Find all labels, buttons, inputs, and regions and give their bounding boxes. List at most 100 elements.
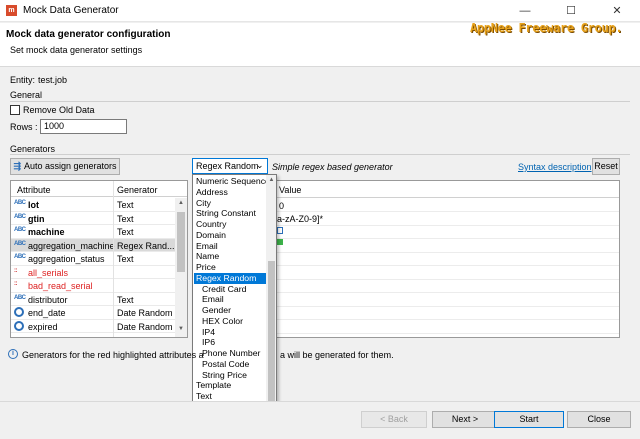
attribute-generator: Text xyxy=(117,254,134,264)
rows-label: Rows : xyxy=(10,122,38,132)
attribute-generator: Text xyxy=(117,213,134,224)
dropdown-option[interactable]: String Price xyxy=(194,370,266,381)
close-window-button[interactable]: ✕ xyxy=(594,0,640,22)
dropdown-option[interactable]: IP6 xyxy=(194,337,266,348)
text-type-icon: ABC xyxy=(14,254,26,260)
info-text-right: a will be generated for them. xyxy=(280,350,394,360)
page-title: Mock data generator configuration xyxy=(6,29,171,40)
table-row[interactable]: :: bad_read_serial xyxy=(11,279,175,293)
property-row-divider xyxy=(271,224,619,226)
generator-select[interactable]: Regex Random ⌄ xyxy=(192,158,268,174)
window-title: Mock Data Generator xyxy=(23,5,119,16)
general-section-label: General xyxy=(10,90,43,100)
start-button[interactable]: Start xyxy=(494,411,564,428)
dropdown-option[interactable]: Domain xyxy=(194,230,266,241)
generator-description: Simple regex based generator xyxy=(272,162,393,172)
table-row[interactable]: ABC lot Text xyxy=(11,198,175,212)
text-type-icon: ABC xyxy=(14,240,26,247)
property-row-divider xyxy=(271,332,619,334)
table-row[interactable]: ABC aggregation_status Text xyxy=(11,252,175,266)
next-button[interactable]: Next > xyxy=(432,411,498,428)
table-row[interactable]: end_date Date Random xyxy=(11,306,175,320)
attribute-column-header: Attribute xyxy=(17,185,51,195)
attributes-table: Attribute Generator ABC lot Text ABC gtin Tex… xyxy=(10,180,188,338)
minimize-button[interactable]: — xyxy=(502,0,548,22)
reset-button[interactable]: Reset xyxy=(592,158,620,175)
dropdown-option[interactable]: Address xyxy=(194,187,266,198)
property-row-divider xyxy=(271,278,619,280)
dropdown-scrollbar-thumb[interactable] xyxy=(268,261,275,409)
dropdown-option[interactable]: Email xyxy=(194,241,266,252)
property-row-divider xyxy=(271,238,619,239)
watermark-logo: AppNee Freeware Group. xyxy=(470,21,623,35)
dropdown-option[interactable]: IP4 xyxy=(194,327,266,338)
dropdown-option[interactable]: String Constant xyxy=(194,208,266,219)
attribute-name: all_serials xyxy=(28,267,69,278)
dropdown-option[interactable]: Price xyxy=(194,262,266,273)
table-row[interactable]: ABC aggregation_machine Regex Rand... xyxy=(11,238,175,252)
attribute-name: distributor xyxy=(28,294,68,305)
property-row-divider xyxy=(271,265,619,266)
generators-section-label: Generators xyxy=(10,144,56,154)
entity-label: Entity: xyxy=(10,75,36,85)
value-column-header: Value xyxy=(279,185,302,195)
scroll-up-icon[interactable]: ▲ xyxy=(178,200,184,206)
entity-value: test.job xyxy=(38,75,68,85)
attribute-generator: Regex Rand... xyxy=(117,240,175,251)
attribute-name: bad_read_serial xyxy=(28,281,93,291)
scroll-down-icon[interactable]: ▼ xyxy=(178,326,184,332)
remove-old-data-checkbox[interactable] xyxy=(10,105,20,115)
dropdown-option[interactable]: Postal Code xyxy=(194,359,266,370)
dropdown-option[interactable]: Template xyxy=(194,380,266,391)
property-value-2[interactable]: a-zA-Z0-9]* xyxy=(277,214,323,224)
generator-column-header: Generator xyxy=(117,185,158,195)
dropdown-scroll-up-icon[interactable]: ▲ xyxy=(267,176,276,185)
table-scrollbar-thumb[interactable] xyxy=(177,212,185,272)
table-scrollbar[interactable]: ▲ ▼ xyxy=(175,198,187,337)
dropdown-option[interactable]: Phone Number xyxy=(194,348,266,359)
chevron-down-icon: ⌄ xyxy=(256,160,264,170)
auto-assign-icon: ⇶ xyxy=(13,161,21,171)
generator-dropdown-list[interactable]: Numeric Sequence Address City String Consta… xyxy=(192,174,277,422)
dropdown-option[interactable]: Email xyxy=(194,294,266,305)
auto-assign-button[interactable]: ⇶ Auto assign generators xyxy=(10,158,120,175)
attribute-generator: Text xyxy=(117,294,134,305)
properties-header-divider xyxy=(271,197,619,198)
property-value-1[interactable]: 0 xyxy=(279,201,284,211)
dropdown-scrollbar[interactable]: ▲ ▼ xyxy=(266,175,276,421)
dropdown-option[interactable]: Regex Random xyxy=(194,272,266,284)
dropdown-option[interactable]: Credit Card xyxy=(194,284,266,295)
attribute-name: gtin xyxy=(28,213,45,224)
text-type-icon: ABC xyxy=(14,294,26,301)
property-checkbox[interactable] xyxy=(277,239,283,245)
dropdown-option[interactable]: HEX Color xyxy=(194,316,266,327)
attribute-generator: Text xyxy=(117,200,134,210)
syntax-description-link[interactable]: Syntax description xyxy=(518,162,592,172)
text-type-icon: ABC xyxy=(14,200,26,206)
property-box[interactable] xyxy=(277,227,283,234)
table-row[interactable]: :: all_serials xyxy=(11,266,175,279)
property-row-divider xyxy=(271,211,619,212)
table-row[interactable]: ABC gtin Text xyxy=(11,212,175,225)
dropdown-option[interactable]: Numeric Sequence xyxy=(194,176,270,187)
property-row-divider xyxy=(271,305,619,307)
dropdown-option[interactable]: Name xyxy=(194,251,266,262)
dropdown-option[interactable]: City xyxy=(194,198,266,209)
info-icon: i xyxy=(8,349,18,359)
property-row-divider xyxy=(271,251,619,253)
attribute-name: machine xyxy=(28,227,65,237)
table-row[interactable]: expired Date Random xyxy=(11,320,175,333)
table-row[interactable]: ABC machine Text xyxy=(11,225,175,239)
dropdown-option[interactable]: Country xyxy=(194,219,266,230)
generator-select-value: Regex Random xyxy=(196,161,259,171)
close-button[interactable]: Close xyxy=(567,411,631,428)
maximize-button[interactable]: ☐ xyxy=(548,0,594,22)
table-row[interactable]: ABC distributor Text xyxy=(11,293,175,306)
attribute-name: end_date xyxy=(28,308,66,318)
dropdown-option[interactable]: Gender xyxy=(194,305,266,316)
back-button[interactable]: < Back xyxy=(361,411,427,428)
column-divider xyxy=(113,181,114,337)
attribute-name: aggregation_status xyxy=(28,254,105,264)
rows-input[interactable]: 1000 xyxy=(40,119,127,134)
collection-type-icon: :: xyxy=(14,267,18,274)
